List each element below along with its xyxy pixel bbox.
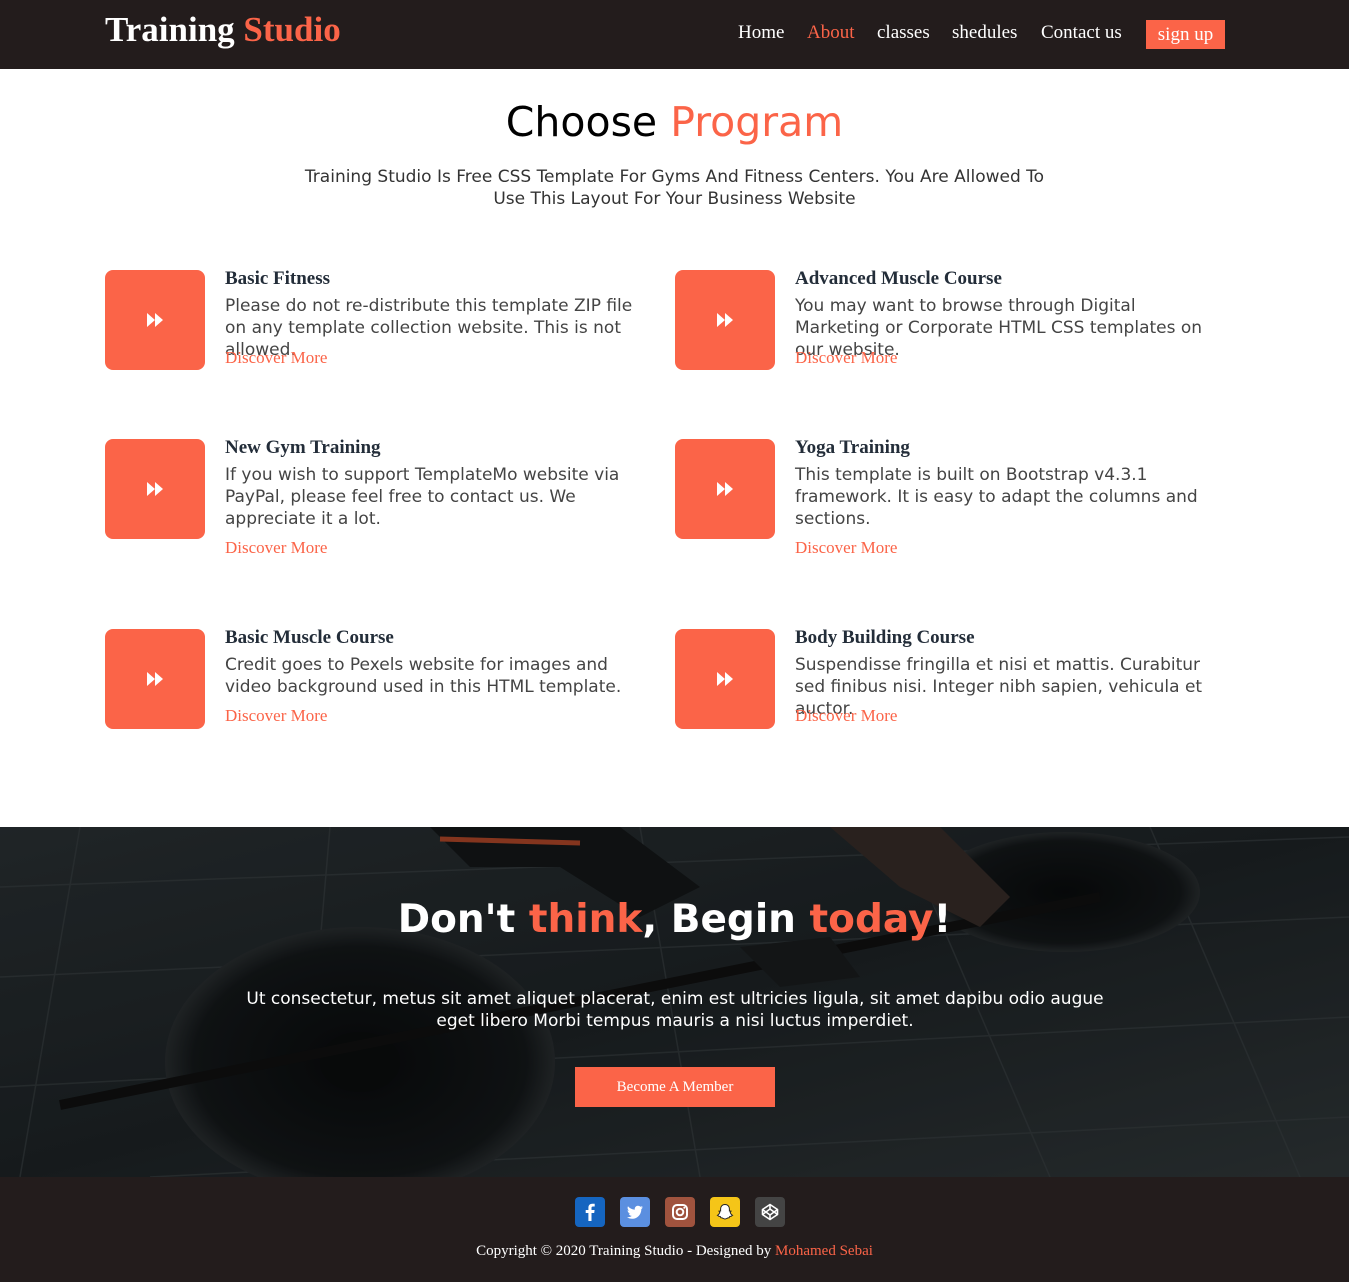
codepen-icon[interactable] <box>755 1197 785 1227</box>
fast-forward-icon <box>147 313 163 327</box>
program-card: New Gym Training If you wish to support T… <box>105 437 645 569</box>
program-card: Body Building Course Suspendisse fringill… <box>675 627 1215 759</box>
banner-title-word-1: Don't <box>397 897 516 942</box>
copyright: Copyright © 2020 Training Studio - Desig… <box>0 1243 1349 1260</box>
section-subtitle: Training Studio Is Free CSS Template For… <box>304 167 1045 209</box>
logo-text-main: Training <box>105 10 235 49</box>
program-card: Basic Muscle Course Credit goes to Pexels… <box>105 627 645 759</box>
become-member-button[interactable]: Become A Member <box>575 1067 775 1107</box>
banner-title-word-4: today <box>809 897 934 942</box>
program-card: Yoga Training This template is built on B… <box>675 437 1215 569</box>
program-icon-box[interactable] <box>105 270 205 370</box>
nav-contact[interactable]: Contact us <box>1041 22 1122 46</box>
nav-schedules[interactable]: shedules <box>952 22 1017 46</box>
nav-classes[interactable]: classes <box>877 22 930 46</box>
snapchat-icon[interactable] <box>710 1197 740 1227</box>
program-card-title: Advanced Muscle Course <box>795 268 1002 289</box>
program-card-title: Body Building Course <box>795 627 975 648</box>
banner-title-word-2: think <box>528 897 643 942</box>
program-card-text: This template is built on Bootstrap v4.3… <box>795 465 1198 529</box>
banner-title: Don't think, Begin today! <box>0 897 1349 942</box>
fast-forward-icon <box>147 482 163 496</box>
program-icon-box[interactable] <box>675 629 775 729</box>
program-card-title: Basic Fitness <box>225 268 331 289</box>
banner-title-word-5: ! <box>933 897 952 942</box>
section-title-accent: Program <box>670 98 844 146</box>
fast-forward-icon <box>717 672 733 686</box>
logo[interactable]: Training Studio <box>105 10 341 50</box>
program-icon-box[interactable] <box>105 629 205 729</box>
discover-more-link[interactable]: Discover More <box>795 348 897 368</box>
discover-more-link[interactable]: Discover More <box>795 538 897 558</box>
copyright-text: Copyright © 2020 Training Studio - Desig… <box>476 1243 772 1259</box>
facebook-icon[interactable] <box>575 1197 605 1227</box>
twitter-icon[interactable] <box>620 1197 650 1227</box>
nav-about[interactable]: About <box>807 22 855 46</box>
logo-text-accent: Studio <box>243 10 341 49</box>
banner-title-word-3: , Begin <box>642 897 796 942</box>
discover-more-link[interactable]: Discover More <box>225 348 327 368</box>
fast-forward-icon <box>717 313 733 327</box>
section-title-main: Choose <box>505 98 658 146</box>
instagram-icon[interactable] <box>665 1197 695 1227</box>
program-card-title: Yoga Training <box>795 437 910 458</box>
program-icon-box[interactable] <box>675 439 775 539</box>
section-title: Choose Program <box>0 98 1349 146</box>
discover-more-link[interactable]: Discover More <box>225 706 327 726</box>
program-icon-box[interactable] <box>675 270 775 370</box>
program-card-text: If you wish to support TemplateMo websit… <box>225 465 620 529</box>
sign-up-button[interactable]: sign up <box>1146 20 1225 49</box>
program-card: Basic Fitness Please do not re-distribute… <box>105 268 645 400</box>
author-link[interactable]: Mohamed Sebai <box>775 1243 873 1259</box>
program-card-text: Credit goes to Pexels website for images… <box>225 655 622 697</box>
program-icon-box[interactable] <box>105 439 205 539</box>
program-card: Advanced Muscle Course You may want to br… <box>675 268 1215 400</box>
discover-more-link[interactable]: Discover More <box>225 538 327 558</box>
discover-more-link[interactable]: Discover More <box>795 706 897 726</box>
nav-home[interactable]: Home <box>738 22 784 46</box>
program-card-title: Basic Muscle Course <box>225 627 394 648</box>
cta-banner: Don't think, Begin today! Ut consectetur… <box>0 827 1349 1177</box>
footer: Copyright © 2020 Training Studio - Desig… <box>0 1177 1349 1282</box>
top-navbar: Training Studio Home About classes shedu… <box>0 0 1349 69</box>
fast-forward-icon <box>147 672 163 686</box>
program-card-title: New Gym Training <box>225 437 381 458</box>
fast-forward-icon <box>717 482 733 496</box>
banner-text: Ut consectetur, metus sit amet aliquet p… <box>246 989 1104 1031</box>
